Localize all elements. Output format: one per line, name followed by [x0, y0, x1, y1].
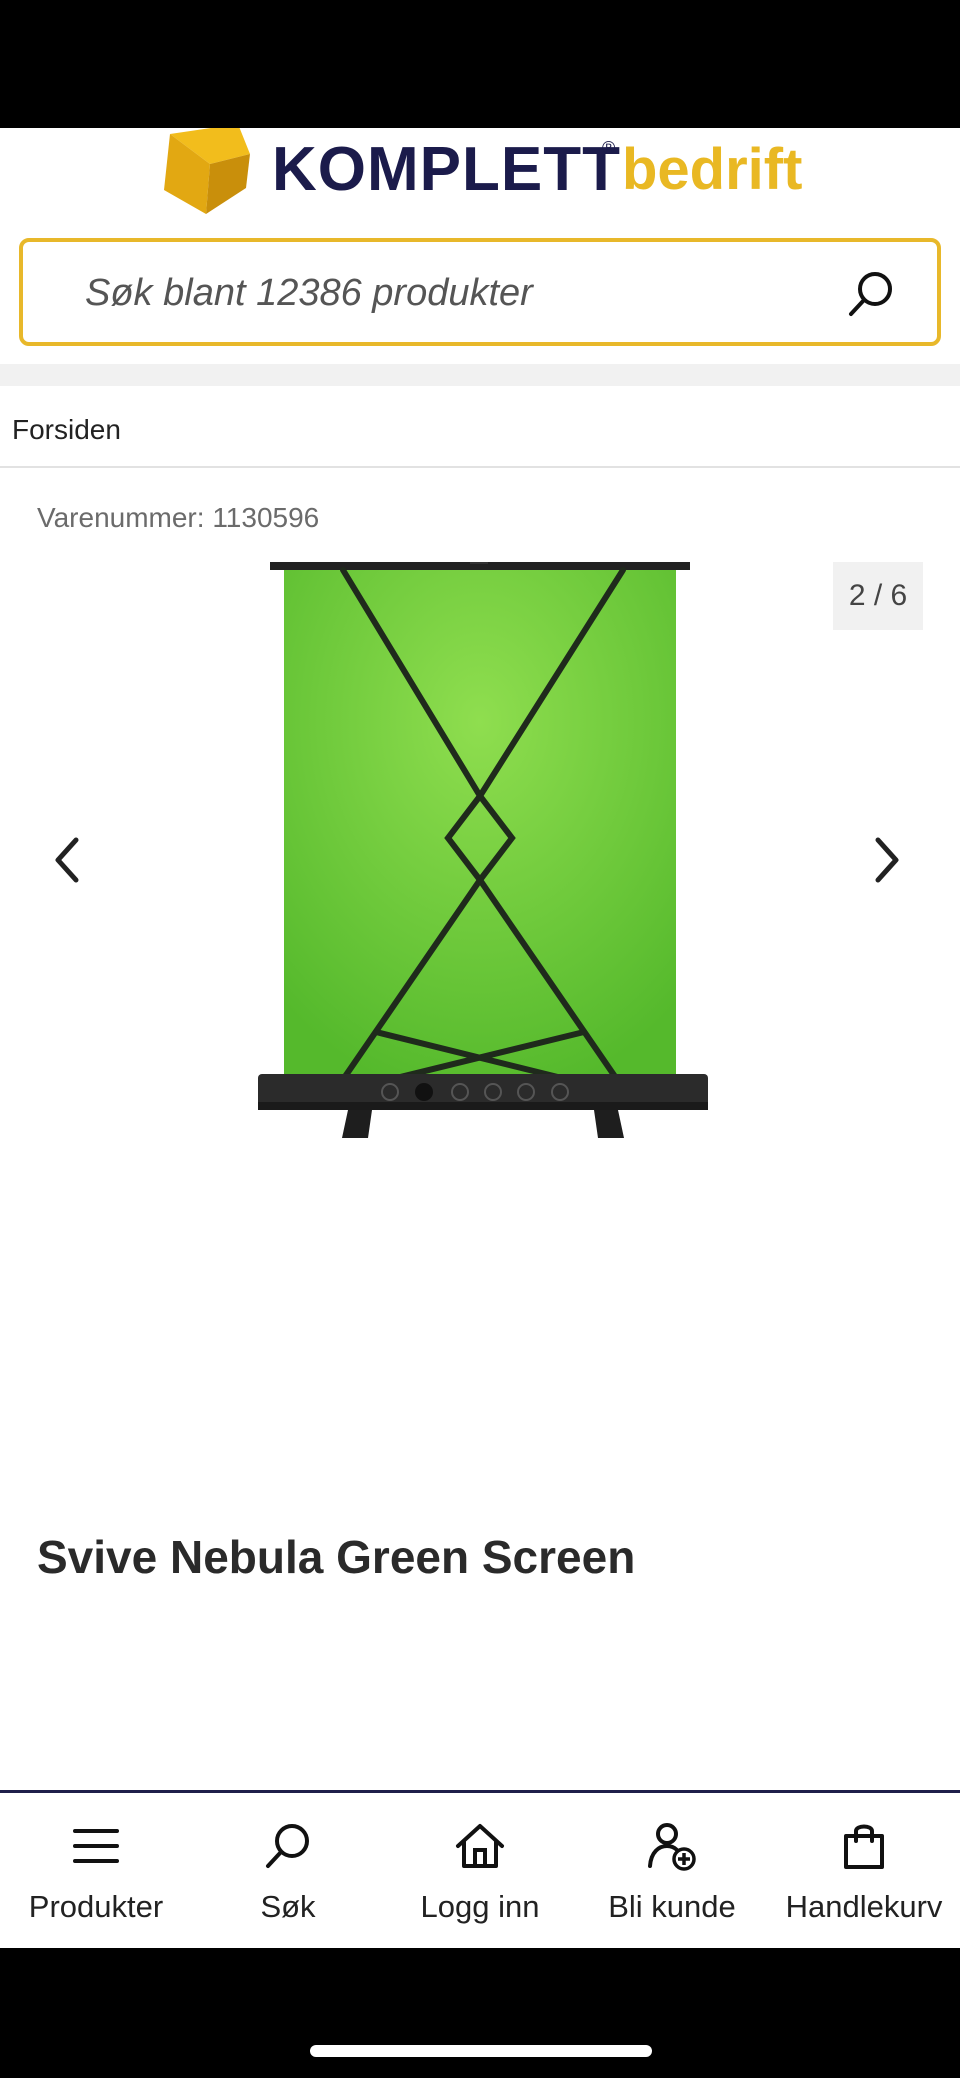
- header-separator: [0, 364, 960, 386]
- registered-mark: ®: [602, 138, 616, 158]
- nav-item-search[interactable]: Søk: [192, 1793, 384, 1948]
- nav-label-register: Bli kunde: [608, 1889, 736, 1924]
- brand-name: KOMPLETT: [272, 135, 621, 204]
- search-input[interactable]: [85, 270, 845, 316]
- nav-label-search: Søk: [260, 1889, 316, 1924]
- nav-item-cart[interactable]: Handlekurv: [768, 1793, 960, 1948]
- search-icon[interactable]: [845, 268, 897, 320]
- gallery-counter: 2 / 6: [833, 562, 923, 630]
- home-icon: [456, 1824, 504, 1868]
- breadcrumb-home-link[interactable]: Forsiden: [12, 414, 121, 446]
- site-logo[interactable]: KOMPLETT ® bedrift: [0, 128, 960, 224]
- nav-label-login: Logg inn: [420, 1889, 540, 1924]
- shopping-bag-icon: [844, 1824, 884, 1869]
- search-bar: [19, 238, 941, 346]
- product-sku: Varenummer: 1130596: [37, 502, 320, 533]
- nav-item-products[interactable]: Produkter: [0, 1793, 192, 1948]
- menu-icon: [73, 1829, 119, 1863]
- app-screen: KOMPLETT ® bedrift Forsiden Varenummer: …: [0, 128, 960, 1948]
- home-indicator[interactable]: [310, 2045, 652, 2057]
- chevron-right-icon[interactable]: [862, 828, 910, 892]
- logo-cube-icon: [164, 128, 250, 214]
- product-image[interactable]: [248, 562, 718, 1302]
- nav-item-register[interactable]: Bli kunde: [576, 1793, 768, 1948]
- product-title: Svive Nebula Green Screen: [37, 1531, 636, 1583]
- add-user-icon: [648, 1823, 696, 1871]
- status-bar-area: [0, 0, 960, 128]
- nav-label-products: Produkter: [28, 1889, 164, 1924]
- nav-label-cart: Handlekurv: [785, 1889, 943, 1924]
- bottom-nav: Produkter Søk Logg inn Bli kunde Handlek…: [0, 1793, 960, 1948]
- search-icon: [266, 1824, 309, 1868]
- home-indicator-area: [0, 1948, 960, 2078]
- chevron-left-icon[interactable]: [44, 828, 92, 892]
- divider: [0, 466, 960, 468]
- brand-subtitle: bedrift: [622, 137, 803, 202]
- nav-item-login[interactable]: Logg inn: [384, 1793, 576, 1948]
